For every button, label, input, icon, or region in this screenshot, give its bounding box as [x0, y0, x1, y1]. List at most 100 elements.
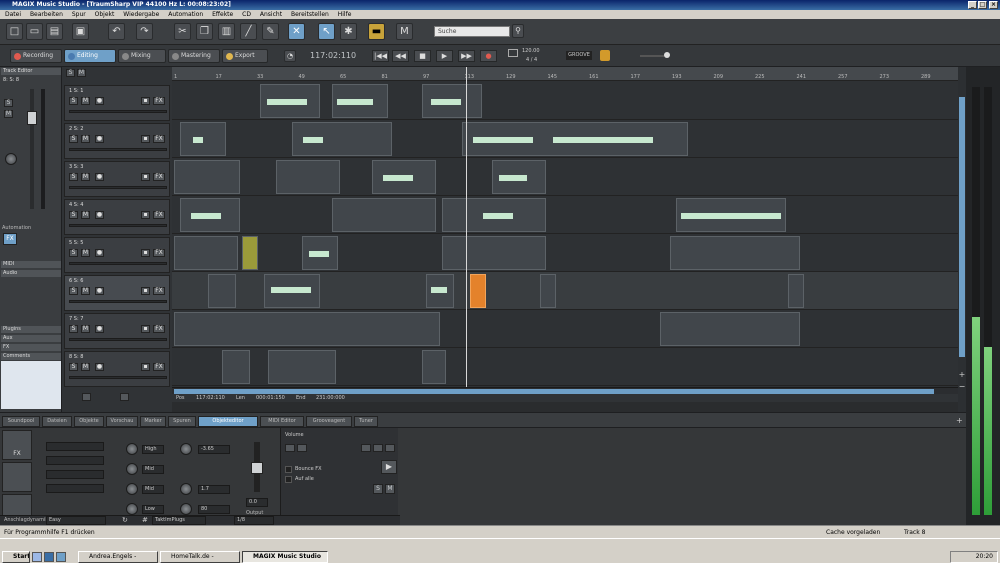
audio-clip[interactable] [788, 274, 804, 308]
volume-down-button[interactable] [285, 444, 295, 452]
global-mute-button[interactable]: M [77, 69, 86, 77]
track-solo-button[interactable]: S [69, 173, 78, 181]
track-lock-button[interactable]: ▪ [141, 211, 150, 219]
track-fx-button[interactable]: FX [153, 97, 165, 105]
zoom-in-icon[interactable]: + [958, 371, 966, 379]
track-lock-button[interactable]: ▪ [141, 97, 150, 105]
tab-grooveagent[interactable]: Grooveagent [306, 416, 352, 427]
end-value[interactable]: 231:00:000 [316, 394, 345, 402]
shield-icon[interactable] [600, 50, 610, 61]
effect-slot-2[interactable] [46, 456, 104, 465]
paste-icon[interactable]: ▥ [218, 23, 235, 40]
track-solo-button[interactable]: S [69, 211, 78, 219]
track-lane-3[interactable] [172, 158, 958, 196]
tab-marker[interactable]: Marker [140, 416, 166, 427]
audio-clip[interactable] [174, 160, 240, 194]
play-preview-button[interactable]: ▶ [381, 460, 397, 474]
track-lock-button[interactable]: ▪ [141, 363, 150, 371]
quicklaunch-mail-icon[interactable] [56, 552, 66, 562]
eq-mid-knob[interactable] [126, 463, 138, 475]
track-fx-button[interactable]: FX [153, 287, 165, 295]
audio-clip[interactable] [174, 312, 440, 346]
audio-clip[interactable] [264, 274, 320, 308]
section-audio[interactable]: Audio [1, 270, 61, 277]
quicklaunch-browser-icon[interactable] [44, 552, 54, 562]
panel-mute-button[interactable]: M [385, 484, 395, 494]
volume-up-button[interactable] [297, 444, 307, 452]
channel-1-button[interactable] [361, 444, 371, 452]
audio-clip[interactable] [422, 350, 446, 384]
track-header-6[interactable]: 6 S: 6 S M ● ▪ FX [64, 275, 170, 311]
menu-bereitstellen[interactable]: Bereitstellen [291, 11, 329, 18]
mode-mastering-button[interactable]: Mastering [168, 49, 220, 63]
zoom-out-icon[interactable]: − [958, 383, 966, 391]
grid-icon[interactable]: # [142, 516, 148, 524]
audio-clip[interactable] [372, 160, 436, 194]
tab-objekte[interactable]: Objekte [74, 416, 104, 427]
volume-slider-handle[interactable] [664, 52, 670, 58]
tab-objekteditor[interactable]: Objekteditor [198, 416, 258, 427]
track-fx-button[interactable]: FX [153, 211, 165, 219]
vertical-scrollbar-thumb[interactable] [959, 97, 965, 357]
collapse-tracks-button[interactable] [120, 393, 129, 401]
copy-icon[interactable]: ❐ [196, 23, 213, 40]
add-track-button[interactable] [82, 393, 91, 401]
cut-icon[interactable]: ✂ [174, 23, 191, 40]
track-header-2[interactable]: 2 S: 2 S M ● ▪ FX [64, 123, 170, 159]
window-titlebar[interactable]: MAGIX Music Studio - [TraumSharp VIP 441… [0, 0, 1000, 10]
output-fader-handle[interactable] [251, 462, 263, 474]
fast-forward-button[interactable]: ▶▶ [458, 50, 475, 62]
timeline-ruler[interactable]: 1 17 33 49 65 81 97 113 129 145 161 177 193 209 225 241… [172, 67, 958, 81]
track-solo-button[interactable]: S [69, 363, 78, 371]
menu-spur[interactable]: Spur [72, 11, 86, 18]
save-icon[interactable]: ▣ [72, 23, 89, 40]
volume-fader-handle[interactable] [27, 111, 37, 125]
search-input[interactable]: Suche [434, 26, 510, 37]
audio-clip[interactable] [462, 122, 688, 156]
audio-clip[interactable] [422, 84, 482, 118]
scrub-tool-icon[interactable]: ✱ [340, 23, 357, 40]
track-volume-slider[interactable] [69, 148, 167, 151]
open-folder-icon[interactable]: ▭ [26, 23, 43, 40]
mode-recording-button[interactable]: Recording [10, 49, 62, 63]
track-mute-button[interactable]: M [81, 363, 90, 371]
search-icon[interactable]: ⚲ [512, 24, 524, 38]
track-solo-button[interactable]: S [69, 287, 78, 295]
track-mute-button[interactable]: M [81, 325, 90, 333]
audio-clip[interactable] [332, 84, 388, 118]
loop-icon[interactable]: ↻ [122, 516, 128, 524]
brush-icon[interactable]: ✎ [262, 23, 279, 40]
track-editor-mute-button[interactable]: M [4, 110, 13, 118]
track-lane-5[interactable] [172, 234, 958, 272]
track-lock-button[interactable]: ▪ [141, 249, 150, 257]
track-solo-button[interactable]: S [69, 325, 78, 333]
effect-slot-3[interactable] [46, 470, 104, 479]
pan-knob[interactable] [5, 153, 17, 165]
tab-dateien[interactable]: Dateien [42, 416, 72, 427]
section-plugins[interactable]: Plugins [1, 326, 61, 333]
track-record-button[interactable]: ● [95, 325, 104, 333]
maximize-button[interactable]: □ [978, 1, 987, 9]
track-record-button[interactable]: ● [95, 211, 104, 219]
section-fx[interactable]: FX [1, 344, 61, 351]
play-button[interactable]: ▶ [436, 50, 453, 62]
grid-value-select[interactable]: 1/8 [234, 516, 274, 525]
playhead-cursor[interactable] [466, 67, 467, 402]
menu-wiedergabe[interactable]: Wiedergabe [123, 11, 159, 18]
track-fx-button[interactable]: FX [3, 233, 17, 245]
track-record-button[interactable]: ● [95, 97, 104, 105]
output-value[interactable]: 0.0 [246, 498, 268, 507]
track-lane-4[interactable] [172, 196, 958, 234]
audio-clip[interactable] [492, 160, 546, 194]
track-mute-button[interactable]: M [81, 135, 90, 143]
audio-clip[interactable] [676, 198, 786, 232]
eq-gain-value[interactable]: -3.65 [198, 445, 230, 454]
menu-bearbeiten[interactable]: Bearbeiten [30, 11, 63, 18]
track-mute-button[interactable]: M [81, 211, 90, 219]
audio-clip[interactable] [180, 198, 240, 232]
eq-mid2-knob[interactable] [126, 483, 138, 495]
new-file-icon[interactable]: □ [6, 23, 23, 40]
track-header-3[interactable]: 3 S: 3 S M ● ▪ FX [64, 161, 170, 197]
track-volume-slider[interactable] [69, 300, 167, 303]
crossfade-icon[interactable]: ✕ [288, 23, 305, 40]
